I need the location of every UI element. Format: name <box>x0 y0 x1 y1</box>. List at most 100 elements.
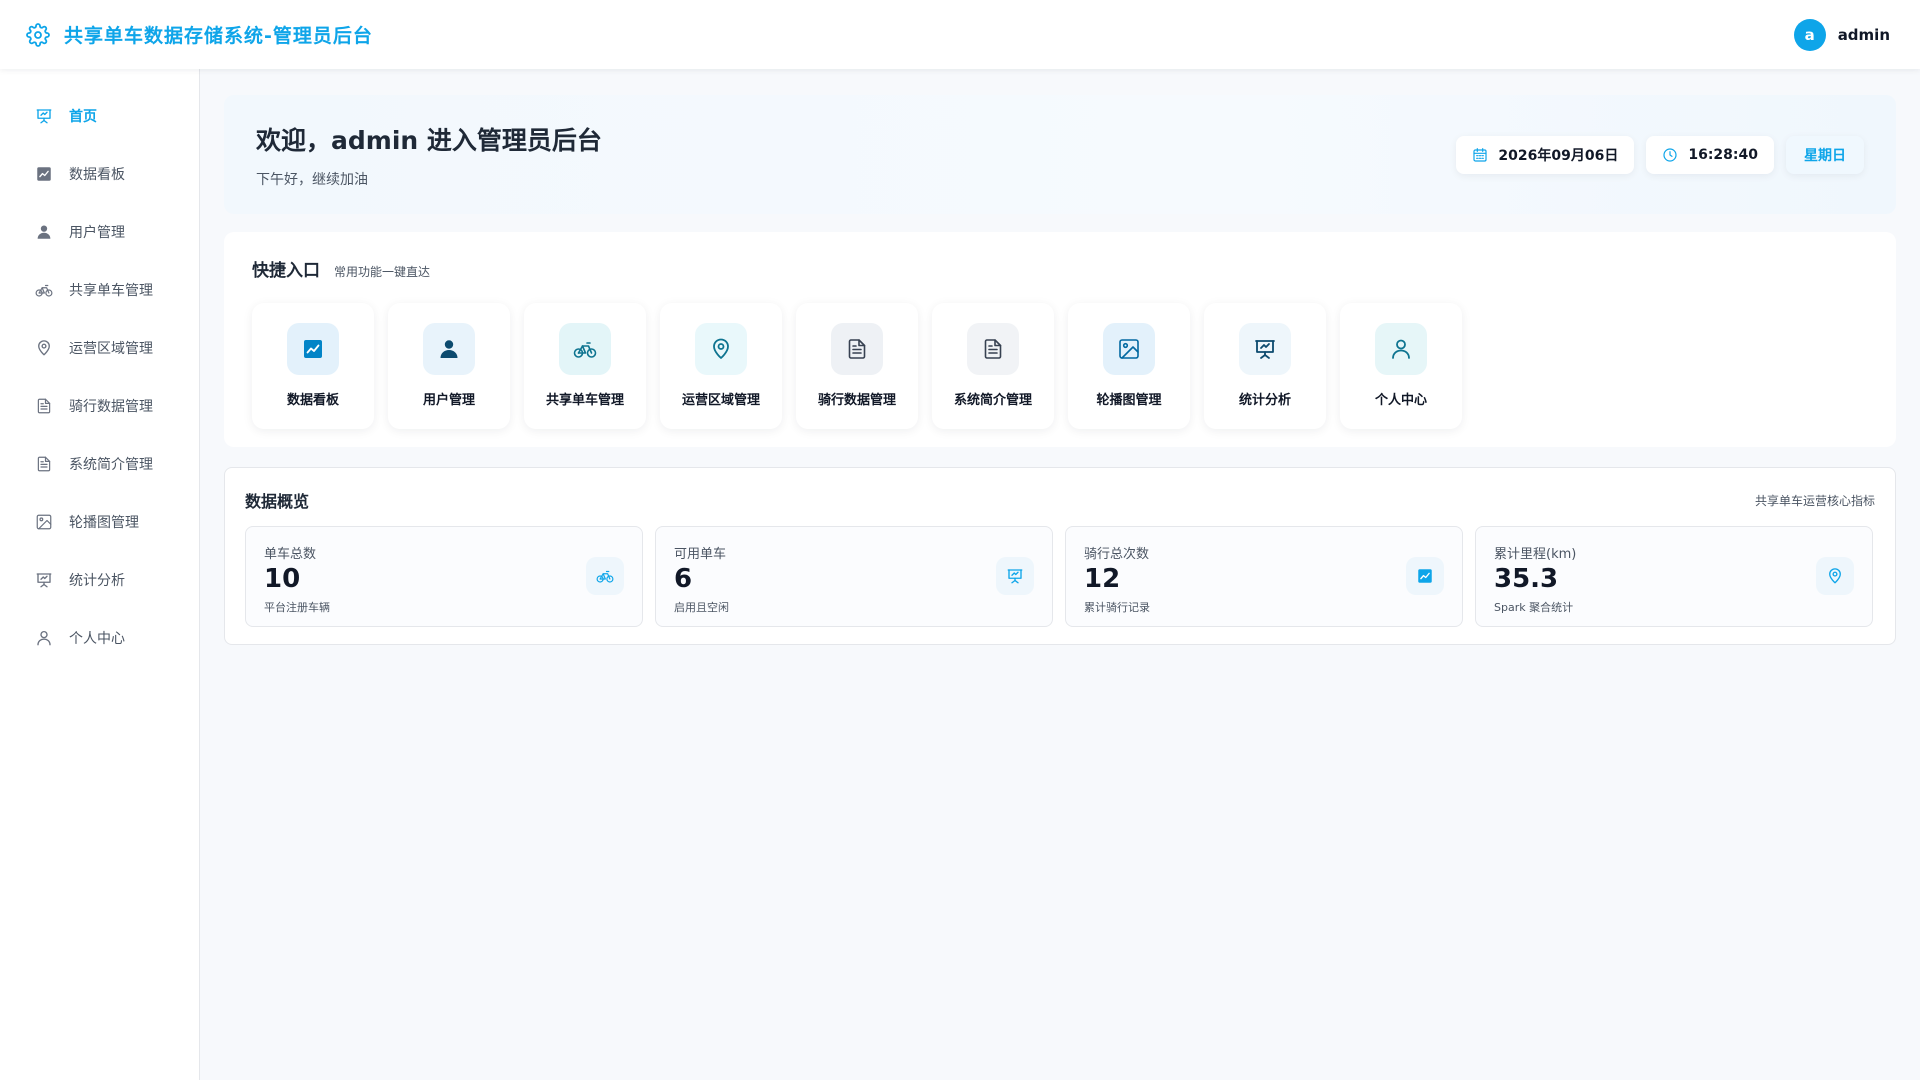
user-icon <box>35 223 53 241</box>
app-title: 共享单车数据存储系统-管理员后台 <box>64 25 373 47</box>
quick-card-stats[interactable]: 统计分析 <box>1204 303 1326 429</box>
quick-access-title: 快捷入口 <box>252 261 320 281</box>
image-icon <box>1103 323 1155 375</box>
sidebar-item-label: 轮播图管理 <box>69 515 139 531</box>
brand[interactable]: 共享单车数据存储系统-管理员后台 <box>26 21 373 48</box>
welcome-banner: 欢迎，admin 进入管理员后台 下午好，继续加油 2026年09月06日 16… <box>224 95 1896 214</box>
map-pin-icon <box>35 339 53 357</box>
stat-card-available-bikes: 可用单车 6 启用且空闲 <box>655 526 1053 627</box>
quick-card-label: 骑行数据管理 <box>817 393 896 408</box>
sidebar-item-label: 用户管理 <box>69 225 125 241</box>
quick-card-label: 系统简介管理 <box>953 393 1032 408</box>
sidebar-item-users[interactable]: 用户管理 <box>0 212 199 252</box>
stat-note: 平台注册车辆 <box>264 600 330 614</box>
document-icon <box>831 323 883 375</box>
sidebar-item-bikes[interactable]: 共享单车管理 <box>0 270 199 310</box>
top-header: 共享单车数据存储系统-管理员后台 a admin <box>0 0 1920 69</box>
gear-icon <box>26 22 50 47</box>
stat-note: 累计骑行记录 <box>1084 600 1150 614</box>
quick-card-users[interactable]: 用户管理 <box>388 303 510 429</box>
sidebar-item-profile[interactable]: 个人中心 <box>0 618 199 658</box>
quick-access-panel: 快捷入口 常用功能一键直达 数据看板 用户管理 共享单车管理 运营区域管理 骑行… <box>224 232 1896 447</box>
overview-subtitle: 共享单车运营核心指标 <box>1754 493 1875 508</box>
sidebar-item-areas[interactable]: 运营区域管理 <box>0 328 199 368</box>
clock-icon <box>1662 147 1678 163</box>
quick-card-areas[interactable]: 运营区域管理 <box>660 303 782 429</box>
quick-card-label: 数据看板 <box>286 393 339 408</box>
presentation-icon <box>35 107 53 125</box>
data-overview-panel: 数据概览 共享单车运营核心指标 单车总数 10 平台注册车辆 可用单车 6 启用… <box>224 467 1896 645</box>
sidebar-item-label: 数据看板 <box>69 167 125 183</box>
calendar-icon <box>1472 147 1488 163</box>
image-icon <box>35 513 53 531</box>
sidebar-item-label: 统计分析 <box>69 573 125 589</box>
stat-label: 单车总数 <box>264 547 317 562</box>
bike-icon <box>35 281 53 299</box>
sidebar-item-rides[interactable]: 骑行数据管理 <box>0 386 199 426</box>
main-content: 欢迎，admin 进入管理员后台 下午好，继续加油 2026年09月06日 16… <box>224 95 1896 645</box>
map-pin-icon <box>1816 557 1854 595</box>
stat-value: 10 <box>264 564 301 594</box>
username: admin <box>1837 25 1890 44</box>
stat-label: 可用单车 <box>674 547 727 562</box>
document-icon <box>967 323 1019 375</box>
user-outline-icon <box>1375 323 1427 375</box>
quick-card-dashboard[interactable]: 数据看板 <box>252 303 374 429</box>
sidebar-item-home[interactable]: 首页 <box>0 96 199 136</box>
quick-card-label: 运营区域管理 <box>681 393 760 408</box>
stat-note: Spark 聚合统计 <box>1494 600 1574 614</box>
stat-card-total-rides: 骑行总次数 12 累计骑行记录 <box>1065 526 1463 627</box>
weekday-pill: 星期日 <box>1786 135 1864 174</box>
quick-card-label: 轮播图管理 <box>1096 393 1162 408</box>
stat-label: 骑行总次数 <box>1084 547 1150 562</box>
bike-icon <box>586 557 624 595</box>
stat-note: 启用且空闲 <box>674 600 729 614</box>
quick-card-rides[interactable]: 骑行数据管理 <box>796 303 918 429</box>
sidebar-item-stats[interactable]: 统计分析 <box>0 560 199 600</box>
date-pill: 2026年09月06日 <box>1456 135 1635 174</box>
stat-value: 35.3 <box>1494 564 1559 594</box>
stat-cards: 单车总数 10 平台注册车辆 可用单车 6 启用且空闲 骑行总次数 12 累计骑… <box>245 526 1875 627</box>
presentation-icon <box>996 557 1034 595</box>
quick-access-header: 快捷入口 常用功能一键直达 <box>252 256 1868 281</box>
sidebar: 首页 数据看板 用户管理 共享单车管理 运营区域管理 骑行数据管理 系统简介管理… <box>0 69 200 1080</box>
avatar: a <box>1793 18 1826 51</box>
document-icon <box>35 455 53 473</box>
chart-icon <box>35 165 53 183</box>
overview-header: 数据概览 共享单车运营核心指标 <box>245 488 1875 512</box>
welcome-title: 欢迎，admin 进入管理员后台 <box>256 125 602 155</box>
sidebar-item-label: 个人中心 <box>69 631 125 647</box>
user-icon <box>423 323 475 375</box>
sidebar-item-label: 运营区域管理 <box>69 341 153 357</box>
time-pill: 16:28:40 <box>1646 135 1774 174</box>
datetime-pills: 2026年09月06日 16:28:40 星期日 <box>1456 135 1864 174</box>
document-icon <box>35 397 53 415</box>
bike-icon <box>559 323 611 375</box>
chart-icon <box>1406 557 1444 595</box>
overview-title: 数据概览 <box>245 492 310 511</box>
presentation-icon <box>1239 323 1291 375</box>
sidebar-item-label: 系统简介管理 <box>69 457 153 473</box>
stat-label: 累计里程(km) <box>1494 547 1577 562</box>
chart-icon <box>287 323 339 375</box>
sidebar-item-dashboard[interactable]: 数据看板 <box>0 154 199 194</box>
stat-card-total-bikes: 单车总数 10 平台注册车辆 <box>245 526 643 627</box>
quick-card-label: 共享单车管理 <box>545 393 624 408</box>
weekday-text: 星期日 <box>1804 147 1846 164</box>
quick-card-bikes[interactable]: 共享单车管理 <box>524 303 646 429</box>
time-text: 16:28:40 <box>1688 146 1758 163</box>
quick-card-profile[interactable]: 个人中心 <box>1340 303 1462 429</box>
welcome-subtitle: 下午好，继续加油 <box>256 171 368 188</box>
quick-card-label: 用户管理 <box>422 393 475 408</box>
sidebar-item-carousel[interactable]: 轮播图管理 <box>0 502 199 542</box>
presentation-icon <box>35 571 53 589</box>
user-menu[interactable]: a admin <box>1793 18 1890 51</box>
quick-card-label: 统计分析 <box>1238 393 1291 408</box>
sidebar-item-intro[interactable]: 系统简介管理 <box>0 444 199 484</box>
quick-access-subtitle: 常用功能一键直达 <box>334 265 431 279</box>
welcome-text: 欢迎，admin 进入管理员后台 下午好，继续加油 <box>256 121 602 189</box>
quick-card-intro[interactable]: 系统简介管理 <box>932 303 1054 429</box>
user-outline-icon <box>35 629 53 647</box>
stat-value: 12 <box>1084 564 1121 594</box>
quick-card-carousel[interactable]: 轮播图管理 <box>1068 303 1190 429</box>
